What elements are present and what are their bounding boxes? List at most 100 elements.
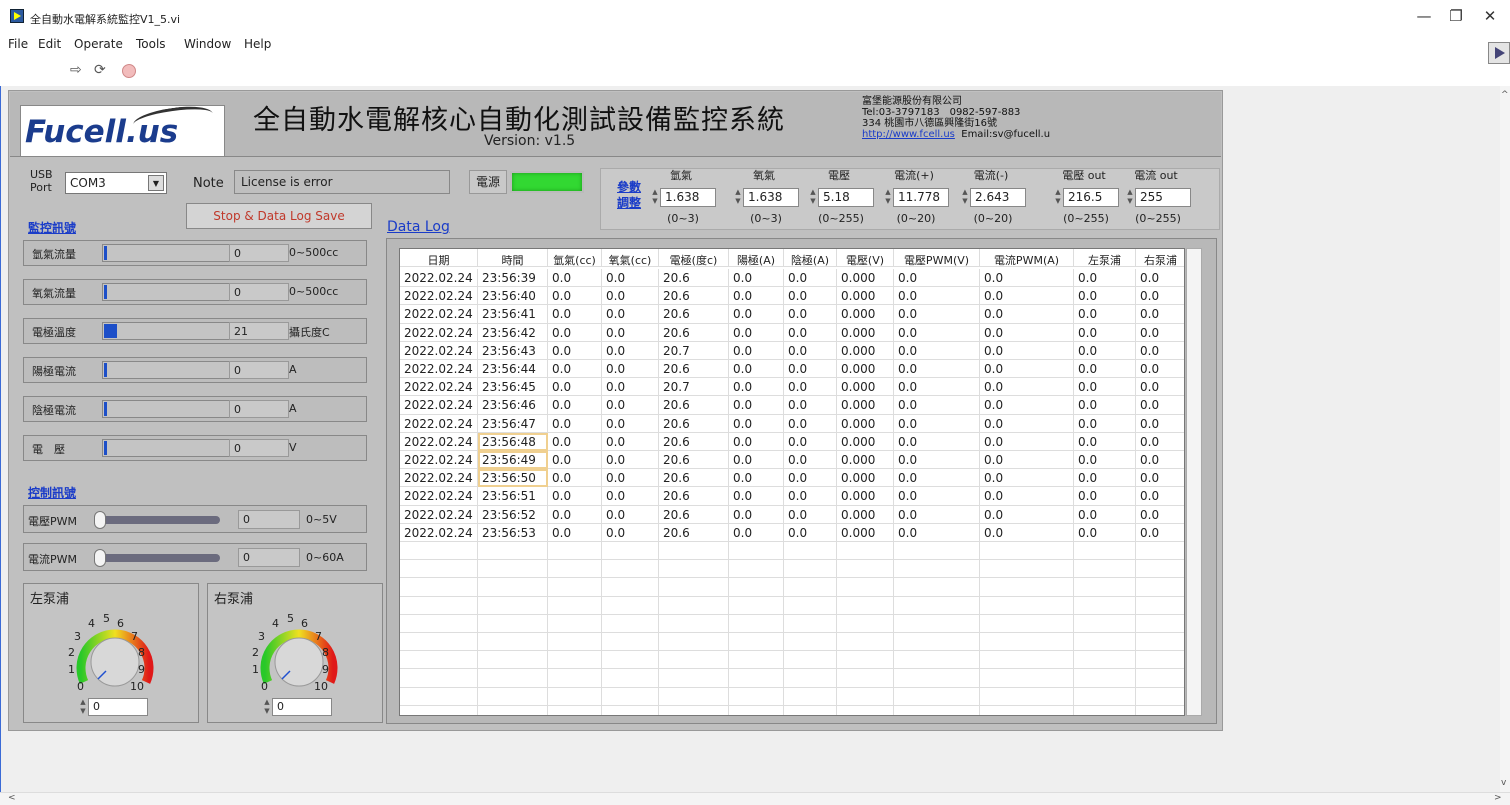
slider-knob[interactable] xyxy=(94,511,106,529)
table-cell: 0.0 xyxy=(548,414,602,433)
control-slider[interactable] xyxy=(94,511,220,529)
column-header: 時間 xyxy=(478,249,548,267)
table-cell: 2022.02.24 xyxy=(400,451,478,469)
param-input[interactable]: 255 xyxy=(1135,188,1191,207)
datalog-table[interactable]: 日期 時間 氫氣(cc) 氧氣(cc) 電極(度c) 陽極(A) 陰極(A) 電壓(V) 電壓P… xyxy=(399,248,1185,716)
param-spinner[interactable]: ▲ ▼ xyxy=(733,188,743,207)
monitor-value: 0 xyxy=(229,361,289,379)
table-row: 2022.02.24 23:56:45 0.0 0.0 20.7 0.0 0.0 0.000 0… xyxy=(400,378,1184,397)
labview-vi-icon xyxy=(10,9,24,23)
table-cell: 0.000 xyxy=(837,451,894,469)
param-spinner[interactable]: ▲ ▼ xyxy=(960,188,970,207)
param-range: (0~3) xyxy=(667,212,699,225)
scroll-up-icon[interactable]: ^ xyxy=(1501,90,1509,100)
empty-cell xyxy=(478,614,548,633)
table-cell: 0.0 xyxy=(1136,433,1184,451)
scroll-right-icon[interactable]: > xyxy=(1494,793,1502,803)
company-url-link[interactable]: http://www.fcell.us xyxy=(862,129,955,140)
vertical-scrollbar[interactable]: ^ v xyxy=(1500,86,1510,792)
table-cell: 0.0 xyxy=(602,341,659,360)
param-adjust-link[interactable]: 參數 調整 xyxy=(617,179,641,211)
table-row: 2022.02.24 23:56:39 0.0 0.0 20.6 0.0 0.0 0.000 0… xyxy=(400,269,1184,288)
run-arrow-icon[interactable]: ⇨ xyxy=(70,62,82,78)
horizontal-scrollbar[interactable]: < > xyxy=(0,792,1510,805)
param-header: 電流(+) xyxy=(894,169,934,182)
menu-tools[interactable]: Tools xyxy=(136,37,166,51)
table-row: 2022.02.24 23:56:41 0.0 0.0 20.6 0.0 0.0 0.000 0… xyxy=(400,305,1184,324)
table-cell: 0.0 xyxy=(1136,269,1184,287)
stop-and-save-button[interactable]: Stop & Data Log Save xyxy=(186,203,372,229)
right-pump-spinner[interactable]: ▲ ▼ xyxy=(262,698,272,716)
control-slider[interactable] xyxy=(94,549,220,567)
param-spinner[interactable]: ▲ ▼ xyxy=(808,188,818,207)
param-input[interactable]: 5.18 xyxy=(818,188,874,207)
slider-knob[interactable] xyxy=(94,549,106,567)
menu-operate[interactable]: Operate xyxy=(74,37,123,51)
minimize-button[interactable]: — xyxy=(1414,7,1434,25)
note-label: Note xyxy=(193,176,224,191)
left-pump-value[interactable]: 0 xyxy=(88,698,148,716)
monitor-bar-fill xyxy=(104,324,117,338)
param-range: (0~255) xyxy=(1063,212,1109,225)
right-pump-value[interactable]: 0 xyxy=(272,698,332,716)
abort-icon[interactable] xyxy=(122,64,136,78)
table-cell: 0.0 xyxy=(729,305,784,324)
table-cell: 0.0 xyxy=(1074,287,1136,306)
menu-window[interactable]: Window xyxy=(184,37,231,51)
table-cell: 23:56:44 xyxy=(478,360,548,378)
param-input[interactable]: 216.5 xyxy=(1063,188,1119,207)
usb-port-value: COM3 xyxy=(70,176,106,190)
param-spinner[interactable]: ▲ ▼ xyxy=(883,188,893,207)
menu-edit[interactable]: Edit xyxy=(38,37,61,51)
param-spinner[interactable]: ▲ ▼ xyxy=(1125,188,1135,207)
control-value[interactable]: 0 xyxy=(238,548,300,567)
param-header: 電壓 xyxy=(828,169,850,182)
param-spinner[interactable]: ▲ ▼ xyxy=(650,188,660,207)
empty-cell xyxy=(1136,597,1184,615)
table-cell: 0.0 xyxy=(548,305,602,324)
param-input[interactable]: 1.638 xyxy=(743,188,799,207)
empty-row xyxy=(400,687,1184,706)
chevron-down-icon[interactable]: ▼ xyxy=(148,175,164,191)
table-cell: 2022.02.24 xyxy=(400,523,478,542)
empty-cell xyxy=(784,560,837,579)
scroll-left-icon[interactable]: < xyxy=(8,793,16,803)
empty-cell xyxy=(784,651,837,670)
left-pump-spinner[interactable]: ▲ ▼ xyxy=(78,698,88,716)
empty-cell xyxy=(894,669,980,688)
column-header: 電壓(V) xyxy=(837,249,894,267)
empty-cell xyxy=(548,578,602,597)
menu-help[interactable]: Help xyxy=(244,37,271,51)
close-button[interactable]: ✕ xyxy=(1480,7,1500,25)
table-cell: 0.0 xyxy=(548,269,602,287)
empty-cell xyxy=(400,542,478,560)
table-cell: 20.6 xyxy=(659,523,729,542)
table-scrollbar[interactable] xyxy=(1186,248,1202,716)
table-cell: 0.000 xyxy=(837,396,894,415)
restore-button[interactable]: ❐ xyxy=(1446,7,1466,25)
empty-cell xyxy=(784,578,837,597)
param-input[interactable]: 1.638 xyxy=(660,188,716,207)
table-cell: 0.0 xyxy=(894,305,980,324)
scroll-down-icon[interactable]: v xyxy=(1501,778,1506,788)
monitor-section-title[interactable]: 監控訊號 xyxy=(28,219,76,236)
table-cell: 0.0 xyxy=(980,432,1074,451)
empty-cell xyxy=(980,560,1074,579)
table-cell: 2022.02.24 xyxy=(400,505,478,524)
empty-cell xyxy=(400,687,478,706)
table-cell: 0.0 xyxy=(602,269,659,287)
control-value[interactable]: 0 xyxy=(238,510,300,529)
control-section-title[interactable]: 控制訊號 xyxy=(28,484,76,501)
menu-file[interactable]: File xyxy=(8,37,28,51)
param-input[interactable]: 11.778 xyxy=(893,188,949,207)
dial-tick-label: 9 xyxy=(322,663,329,676)
run-continuous-icon[interactable]: ⟳ xyxy=(94,62,106,78)
window-titlebar: 全自動水電解系統監控V1_5.vi — ❐ ✕ xyxy=(0,0,1510,32)
param-input[interactable]: 2.643 xyxy=(970,188,1026,207)
company-logo: Fucell.us xyxy=(20,102,225,157)
company-address: 334 桃園市八德區興隆街16號 xyxy=(862,118,997,129)
usb-port-select[interactable]: COM3 ▼ xyxy=(65,172,167,194)
table-cell: 2022.02.24 xyxy=(400,469,478,488)
param-spinner[interactable]: ▲ ▼ xyxy=(1053,188,1063,207)
empty-row xyxy=(400,705,1184,715)
